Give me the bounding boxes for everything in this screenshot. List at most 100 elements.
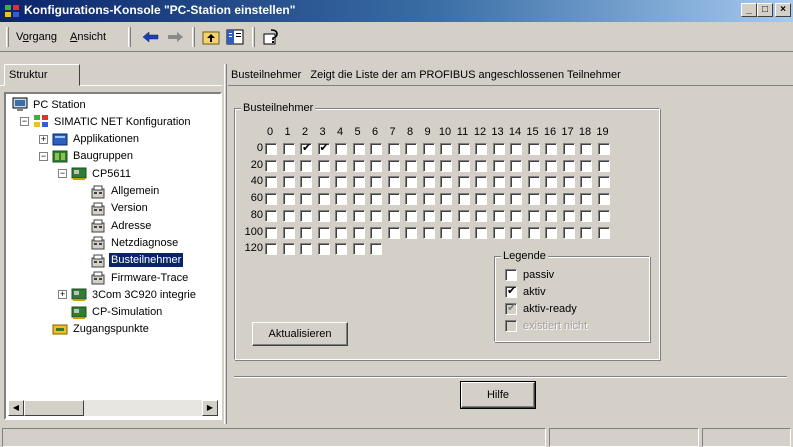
bus-node-checkbox[interactable] — [405, 159, 417, 172]
bus-node-checkbox[interactable] — [597, 176, 610, 189]
bus-node-checkbox[interactable] — [475, 193, 487, 206]
bus-node-checkbox[interactable] — [527, 176, 540, 189]
bus-node-checkbox[interactable] — [580, 193, 592, 206]
bus-node-checkbox[interactable] — [597, 209, 610, 222]
bus-node-checkbox[interactable] — [597, 159, 610, 172]
panel-splitter[interactable] — [224, 64, 227, 424]
bus-node-checkbox[interactable] — [475, 209, 487, 222]
collapse-icon[interactable]: − — [58, 169, 67, 179]
bus-node-checkbox[interactable] — [562, 209, 575, 222]
bus-node-checkbox[interactable] — [562, 176, 575, 189]
bus-node-checkbox[interactable] — [527, 193, 540, 206]
bus-node-checkbox[interactable] — [457, 226, 470, 239]
collapse-icon[interactable]: − — [39, 151, 48, 161]
bus-node-checkbox[interactable] — [352, 209, 365, 222]
bus-node-checkbox[interactable] — [265, 143, 277, 155]
bus-node-checkbox[interactable] — [580, 209, 592, 222]
tree-item[interactable]: Allgemein — [90, 183, 161, 200]
structure-tree[interactable]: ◀ ▶ PC Station SIMATIC NET Konfiguration −… — [4, 92, 222, 420]
bus-node-checkbox[interactable] — [352, 143, 365, 155]
close-button[interactable]: × — [775, 3, 791, 17]
bus-node-checkbox[interactable] — [510, 209, 522, 222]
bus-node-checkbox[interactable] — [562, 193, 575, 206]
bus-node-checkbox[interactable] — [492, 176, 505, 189]
bus-node-checkbox[interactable] — [527, 226, 540, 239]
bus-node-checkbox[interactable] — [580, 226, 592, 239]
tree-item[interactable]: Baugruppen — [52, 148, 135, 165]
bus-node-checkbox[interactable] — [387, 193, 400, 206]
bus-node-checkbox[interactable] — [387, 143, 400, 155]
tree-item[interactable]: Applikationen — [52, 131, 141, 148]
help-button[interactable]: Hilfe — [460, 381, 536, 409]
bus-node-checkbox[interactable] — [282, 226, 295, 239]
bus-node-checkbox[interactable] — [370, 226, 382, 239]
bus-node-checkbox[interactable] — [352, 159, 365, 172]
bus-node-checkbox[interactable] — [457, 159, 470, 172]
bus-node-checkbox[interactable] — [492, 209, 505, 222]
bus-node-checkbox[interactable] — [335, 243, 347, 256]
bus-node-checkbox[interactable] — [317, 243, 330, 256]
bus-node-checkbox[interactable] — [387, 159, 400, 172]
bus-node-checkbox[interactable] — [440, 226, 452, 239]
bus-node-checkbox[interactable] — [282, 176, 295, 189]
bus-node-checkbox[interactable] — [597, 143, 610, 155]
bus-node-checkbox[interactable] — [317, 159, 330, 172]
bus-node-checkbox[interactable] — [597, 193, 610, 206]
refresh-button[interactable]: Aktualisieren — [252, 322, 348, 346]
bus-node-checkbox[interactable] — [282, 193, 295, 206]
tree-item[interactable]: CP-Simulation — [71, 304, 164, 321]
bus-node-checkbox[interactable] — [282, 243, 295, 256]
bus-node-checkbox[interactable] — [440, 159, 452, 172]
bus-node-checkbox[interactable] — [580, 176, 592, 189]
bus-node-checkbox[interactable] — [300, 141, 312, 155]
bus-node-checkbox[interactable] — [317, 193, 330, 206]
bus-node-checkbox[interactable] — [335, 226, 347, 239]
scroll-right-icon[interactable]: ▶ — [202, 400, 218, 416]
bus-node-checkbox[interactable] — [300, 193, 312, 206]
bus-node-checkbox[interactable] — [422, 159, 435, 172]
tree-item[interactable]: Firmware-Trace — [90, 269, 190, 286]
bus-node-checkbox[interactable] — [545, 159, 557, 172]
bus-node-checkbox[interactable] — [545, 209, 557, 222]
bus-node-checkbox[interactable] — [335, 159, 347, 172]
bus-node-checkbox[interactable] — [527, 209, 540, 222]
maximize-button[interactable]: □ — [757, 3, 773, 17]
bus-node-checkbox[interactable] — [475, 176, 487, 189]
bus-node-checkbox[interactable] — [405, 226, 417, 239]
tree-item[interactable]: Busteilnehmer — [90, 252, 184, 269]
tree-item[interactable]: Netzdiagnose — [90, 234, 180, 251]
bus-node-checkbox[interactable] — [370, 209, 382, 222]
bus-node-checkbox[interactable] — [317, 141, 330, 155]
bus-node-checkbox[interactable] — [265, 159, 277, 172]
expand-icon[interactable]: + — [39, 134, 48, 144]
tree-item[interactable]: 3Com 3C920 integrie — [71, 286, 198, 303]
menu-vorgang[interactable]: Vorgang — [16, 31, 57, 43]
bus-node-checkbox[interactable] — [370, 193, 382, 206]
bus-node-checkbox[interactable] — [352, 176, 365, 189]
bus-node-checkbox[interactable] — [335, 193, 347, 206]
bus-node-checkbox[interactable] — [457, 143, 470, 155]
bus-node-checkbox[interactable] — [440, 193, 452, 206]
bus-node-checkbox[interactable] — [475, 226, 487, 239]
bus-node-checkbox[interactable] — [475, 159, 487, 172]
bus-node-checkbox[interactable] — [422, 226, 435, 239]
bus-node-checkbox[interactable] — [282, 209, 295, 222]
up-folder-icon[interactable] — [200, 27, 222, 47]
bus-node-checkbox[interactable] — [265, 243, 277, 256]
back-arrow-icon[interactable] — [140, 27, 162, 47]
bus-node-checkbox[interactable] — [527, 159, 540, 172]
bus-node-checkbox[interactable] — [317, 226, 330, 239]
bus-node-checkbox[interactable] — [335, 143, 347, 155]
forward-arrow-icon[interactable] — [164, 27, 186, 47]
bus-node-checkbox[interactable] — [527, 143, 540, 155]
bus-node-checkbox[interactable] — [352, 226, 365, 239]
menu-ansicht[interactable]: Ansicht — [70, 31, 106, 43]
horizontal-scrollbar[interactable]: ◀ ▶ — [8, 400, 218, 416]
expand-icon[interactable]: + — [58, 290, 67, 300]
bus-node-checkbox[interactable] — [352, 243, 365, 256]
tab-struktur[interactable]: Struktur — [4, 64, 80, 86]
bus-node-checkbox[interactable] — [510, 226, 522, 239]
bus-node-checkbox[interactable] — [335, 176, 347, 189]
scroll-left-icon[interactable]: ◀ — [8, 400, 24, 416]
bus-node-checkbox[interactable] — [580, 143, 592, 155]
